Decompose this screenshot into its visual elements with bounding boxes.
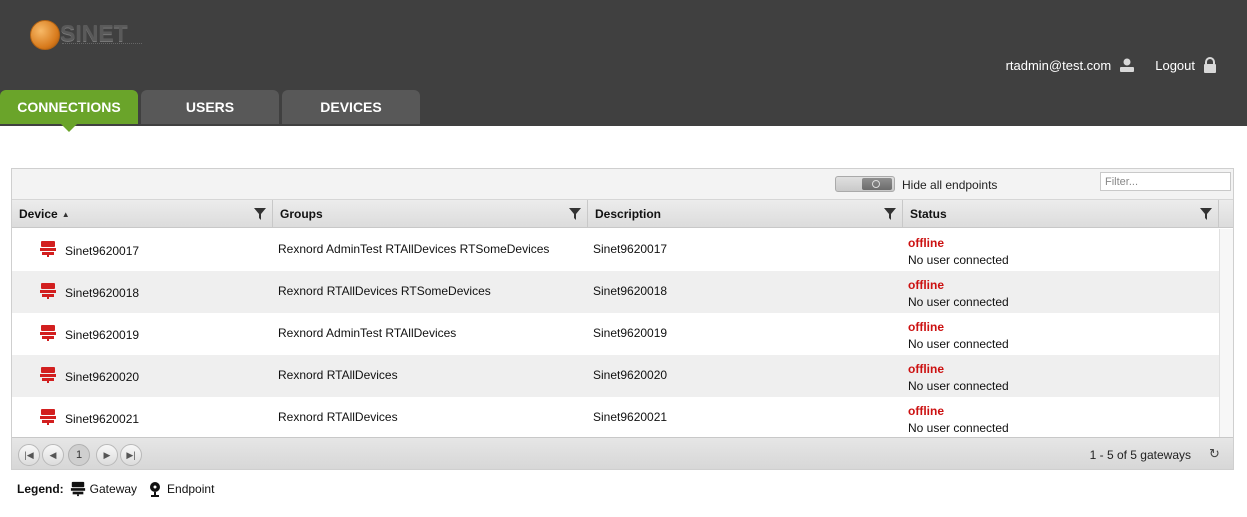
status-offline: offline (908, 320, 944, 334)
column-label-status: Status (910, 207, 947, 221)
tab-users[interactable]: USERS (141, 90, 279, 124)
device-groups: Rexnord RTAllDevices (278, 368, 398, 382)
column-header-description[interactable]: Description (588, 200, 903, 228)
legend-endpoint-label: Endpoint (167, 482, 215, 496)
device-groups: Rexnord RTAllDevices RTSomeDevices (278, 284, 491, 298)
user-email[interactable]: rtadmin@test.com (1006, 58, 1112, 73)
user-icon[interactable] (1119, 57, 1135, 73)
grid-header: Device ▲ Groups Description Status (12, 200, 1233, 228)
column-header-groups[interactable]: Groups (273, 200, 588, 228)
gateway-icon (39, 240, 57, 258)
main-tabs: CONNECTIONS USERS DEVICES (0, 90, 423, 132)
legend: Legend: Gateway Endpoint (17, 478, 224, 500)
status-detail: No user connected (908, 379, 1009, 393)
grid-pager: |◀ ◀ 1 ▶ ▶| 1 - 5 of 5 gateways ↻ (12, 437, 1233, 469)
column-label-description: Description (595, 207, 662, 221)
status-detail: No user connected (908, 253, 1009, 267)
device-description: Sinet9620020 (593, 368, 668, 382)
next-page-icon[interactable]: ▶ (96, 444, 118, 466)
device-description: Sinet9620018 (593, 284, 668, 298)
device-status: offline No user connected (908, 271, 1009, 313)
device-description: Sinet9620021 (593, 410, 668, 424)
user-area: rtadmin@test.com Logout (1006, 54, 1217, 76)
grid-body: Sinet9620017 Rexnord AdminTest RTAllDevi… (12, 229, 1219, 439)
toggle-knob[interactable] (862, 178, 892, 190)
device-groups: Rexnord RTAllDevices (278, 410, 398, 424)
filter-funnel-icon[interactable] (1200, 208, 1212, 220)
tab-connections[interactable]: CONNECTIONS (0, 90, 138, 132)
device-status: offline No user connected (908, 355, 1009, 397)
device-groups: Rexnord AdminTest RTAllDevices RTSomeDev… (278, 242, 550, 256)
status-offline: offline (908, 362, 944, 376)
table-row[interactable]: Sinet9620018 Rexnord RTAllDevices RTSome… (12, 271, 1219, 313)
legend-gateway-label: Gateway (89, 482, 138, 496)
gateway-icon (39, 408, 57, 426)
logo-mark-icon (30, 20, 60, 50)
filter-input[interactable] (1100, 172, 1231, 191)
device-status: offline No user connected (908, 313, 1009, 355)
table-row[interactable]: Sinet9620017 Rexnord AdminTest RTAllDevi… (12, 229, 1219, 271)
legend-title: Legend: (17, 482, 64, 496)
last-page-icon[interactable]: ▶| (120, 444, 142, 466)
filter-funnel-icon[interactable] (569, 208, 581, 220)
lock-icon[interactable] (1203, 56, 1217, 74)
vertical-scrollbar[interactable] (1219, 229, 1233, 437)
filter-funnel-icon[interactable] (884, 208, 896, 220)
device-name: Sinet9620017 (65, 244, 140, 258)
device-name: Sinet9620019 (65, 328, 140, 342)
prev-page-icon[interactable]: ◀ (42, 444, 64, 466)
column-label-groups: Groups (280, 207, 323, 221)
status-offline: offline (908, 404, 944, 418)
connections-grid: Hide all endpoints Device ▲ Groups Descr… (11, 168, 1234, 470)
table-row[interactable]: Sinet9620021 Rexnord RTAllDevices Sinet9… (12, 397, 1219, 439)
tab-devices[interactable]: DEVICES (282, 90, 420, 124)
column-header-status[interactable]: Status (903, 200, 1219, 228)
column-label-device: Device (19, 207, 58, 221)
table-row[interactable]: Sinet9620020 Rexnord RTAllDevices Sinet9… (12, 355, 1219, 397)
gateway-icon (39, 366, 57, 384)
device-status: offline No user connected (908, 229, 1009, 271)
gateway-icon (39, 282, 57, 300)
first-page-icon[interactable]: |◀ (18, 444, 40, 466)
gateway-legend-icon (70, 481, 86, 497)
gateway-icon (39, 324, 57, 342)
hide-endpoints-toggle[interactable] (835, 176, 895, 192)
refresh-icon[interactable]: ↻ (1209, 447, 1223, 461)
hide-endpoints-label: Hide all endpoints (902, 178, 998, 192)
table-row[interactable]: Sinet9620019 Rexnord AdminTest RTAllDevi… (12, 313, 1219, 355)
device-status: offline No user connected (908, 397, 1009, 439)
logout-link[interactable]: Logout (1155, 58, 1195, 73)
sort-ascending-icon: ▲ (61, 209, 70, 219)
device-description: Sinet9620017 (593, 242, 668, 256)
status-detail: No user connected (908, 421, 1009, 435)
endpoint-legend-icon (147, 481, 163, 497)
device-name: Sinet9620020 (65, 370, 140, 384)
column-header-device[interactable]: Device ▲ (12, 200, 273, 228)
device-description: Sinet9620019 (593, 326, 668, 340)
app-header: SINET rtadmin@test.com Logout CONNECTION… (0, 0, 1247, 132)
device-name: Sinet9620021 (65, 412, 140, 426)
pager-info: 1 - 5 of 5 gateways (1089, 448, 1191, 462)
filter-funnel-icon[interactable] (254, 208, 266, 220)
status-detail: No user connected (908, 337, 1009, 351)
status-detail: No user connected (908, 295, 1009, 309)
device-name: Sinet9620018 (65, 286, 140, 300)
grid-toolbar: Hide all endpoints (12, 169, 1233, 200)
status-offline: offline (908, 278, 944, 292)
sinet-logo: SINET (30, 20, 142, 54)
page-number-button[interactable]: 1 (68, 444, 90, 466)
status-offline: offline (908, 236, 944, 250)
device-groups: Rexnord AdminTest RTAllDevices (278, 326, 457, 340)
